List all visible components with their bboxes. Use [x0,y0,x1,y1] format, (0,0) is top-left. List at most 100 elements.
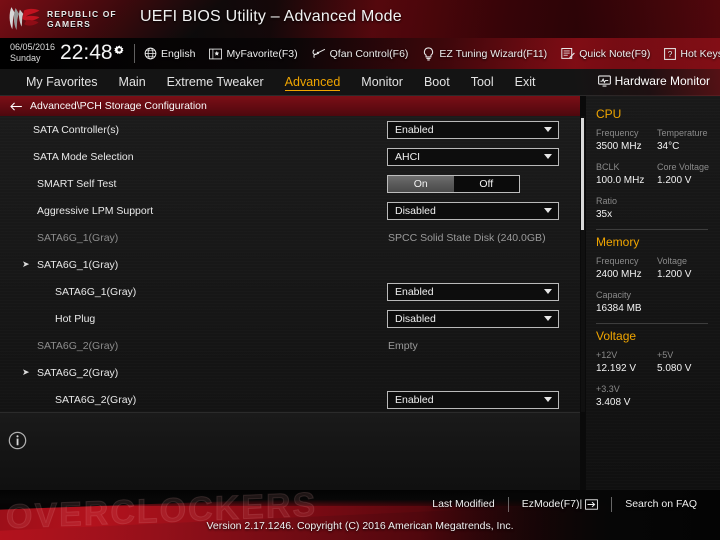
date-display: 06/05/2016 Sunday [10,42,55,65]
toolbar-item-quick-note[interactable]: Quick Note(F9) [561,47,650,60]
setting-row[interactable]: SATA6G_2(Gray) Enabled [0,386,580,412]
setting-label: Hot Plug [55,312,96,325]
hw-divider [596,229,708,230]
hw-key: Frequency [596,256,639,266]
setting-label: SATA6G_1(Gray) [55,285,137,298]
tab-advanced[interactable]: Advanced [284,75,341,91]
info-icon[interactable] [8,431,27,450]
toggle-on-segment[interactable]: On [388,175,454,192]
settings-list: SATA Controller(s) Enabled SATA Mode Sel… [0,116,580,412]
breadcrumb-path: Advanced\PCH Storage Configuration [30,100,207,112]
gear-icon[interactable] [113,44,125,56]
hw-key: +5V [657,350,674,360]
content-scrollbar-thumb[interactable] [581,118,584,230]
setting-row[interactable]: Hot Plug Disabled [0,305,580,332]
rog-wordmark-line2: GAMERS [47,19,91,29]
hw-key: +3.3V [596,384,620,394]
setting-row-submenu[interactable]: ➤ SATA6G_2(Gray) [0,359,580,386]
hw-value: 1.200 V [657,269,692,280]
dropdown-value: Enabled [395,285,434,298]
tab-monitor[interactable]: Monitor [361,75,403,90]
hardware-monitor-label: Hardware Monitor [614,74,710,88]
tab-my-favorites[interactable]: My Favorites [26,75,98,90]
tab-extreme-tweaker[interactable]: Extreme Tweaker [167,75,264,90]
aggressive-lpm-support-dropdown[interactable]: Disabled [387,201,559,220]
hw-cell-bclk: BCLK 100.0 MHz [596,161,657,188]
footer-bar: OVERCLOCKERS Last Modified EzMode(F7)| S… [0,490,720,540]
toolbar-item-ez-tuning-wizard[interactable]: EZ Tuning Wizard(F11) [422,46,547,61]
dropdown-value: Enabled [395,123,434,136]
setting-row[interactable]: Aggressive LPM Support Disabled [0,197,580,224]
dropdown-value: Enabled [395,393,434,406]
hw-row: Ratio 35x [596,195,720,222]
toolbar-item-myfavorite[interactable]: MyFavorite(F3) [209,47,298,60]
tab-boot[interactable]: Boot [424,75,450,90]
chevron-down-icon [544,397,552,402]
hw-key: BCLK [596,162,620,172]
ezmode-button[interactable]: EzMode(F7)| [509,498,612,510]
sata-controllers-dropdown[interactable]: Enabled [387,120,559,139]
search-on-faq-button[interactable]: Search on FAQ [612,498,710,510]
version-copyright: Version 2.17.1246. Copyright (C) 2016 Am… [206,520,514,532]
hot-plug-dropdown[interactable]: Disabled [387,309,559,328]
hw-cell-5v: +5V 5.080 V [657,349,718,376]
setting-row[interactable]: SATA Mode Selection AHCI [0,143,580,170]
chevron-down-icon [544,289,552,294]
search-on-faq-label: Search on FAQ [625,498,697,510]
weekday-value: Sunday [10,53,41,63]
globe-icon [144,47,157,60]
chevron-down-icon [544,127,552,132]
toolbar-item-english[interactable]: English [144,47,195,60]
hw-value: 3.408 V [596,397,631,408]
hw-value: 34°C [657,141,680,152]
hw-value: 35x [596,209,613,220]
hw-row: Capacity 16384 MB [596,289,720,316]
toggle-off-segment[interactable]: Off [454,176,520,192]
sata-mode-selection-dropdown[interactable]: AHCI [387,147,559,166]
bios-screen: REPUBLIC OF GAMERS UEFI BIOS Utility – A… [0,0,720,540]
hw-key: Capacity [596,290,632,300]
last-modified-button[interactable]: Last Modified [419,498,507,510]
chevron-down-icon [544,154,552,159]
tab-exit[interactable]: Exit [515,75,536,90]
time-value: 22:48 [60,41,113,64]
expand-arrow-icon: ➤ [22,259,30,269]
hw-value: 3500 MHz [596,141,642,152]
arrow-into-bracket-icon [585,498,599,510]
toolbar-item-hot-keys[interactable]: ? Hot Keys [664,48,720,60]
toolbar-separator [134,44,135,63]
top-toolbar: 06/05/2016 Sunday 22:48 English MyFavori… [0,38,720,69]
fan-icon [312,48,325,58]
breadcrumb[interactable]: Advanced\PCH Storage Configuration [0,96,580,116]
setting-row[interactable]: SATA6G_1(Gray) Enabled [0,278,580,305]
setting-readonly-value: Empty [388,339,418,352]
tab-main[interactable]: Main [119,75,146,90]
sata6g-1-enable-dropdown[interactable]: Enabled [387,282,559,301]
hw-section-title-voltage: Voltage [596,329,637,343]
toolbar-item-label: MyFavorite(F3) [226,47,298,60]
toolbar-item-label: Hot Keys [680,47,720,60]
hw-row: Frequency 3500 MHz Temperature 34°C [596,127,720,154]
info-icon-wrapper[interactable] [8,431,27,455]
setting-row[interactable]: SATA Controller(s) Enabled [0,116,580,143]
hw-cell-cpu-temperature: Temperature 34°C [657,127,718,154]
hw-value: 1.200 V [657,175,692,186]
nav-tabs: My Favorites Main Extreme Tweaker Advanc… [26,69,535,96]
dropdown-value: Disabled [395,204,436,217]
hw-section-title-memory: Memory [596,235,640,249]
sata6g-2-enable-dropdown[interactable]: Enabled [387,390,559,409]
setting-label: SATA6G_1(Gray) [37,258,119,271]
tab-tool[interactable]: Tool [471,75,494,90]
dropdown-value: AHCI [395,150,421,163]
setting-label: SATA6G_2(Gray) [55,393,137,406]
hw-cell-3-3v: +3.3V 3.408 V [596,383,657,410]
hardware-monitor-header: Hardware Monitor [597,74,710,88]
hw-key: Core Voltage [657,162,710,172]
setting-row[interactable]: SMART Self Test On Off [0,170,580,197]
hw-row: Frequency 2400 MHz Voltage 1.200 V [596,255,720,282]
toolbar-item-qfan-control[interactable]: Qfan Control(F6) [312,47,408,60]
setting-row-submenu[interactable]: ➤ SATA6G_1(Gray) [0,251,580,278]
smart-self-test-toggle[interactable]: On Off [387,174,520,193]
back-arrow-icon[interactable] [10,101,23,112]
hw-cell-memory-frequency: Frequency 2400 MHz [596,255,657,282]
